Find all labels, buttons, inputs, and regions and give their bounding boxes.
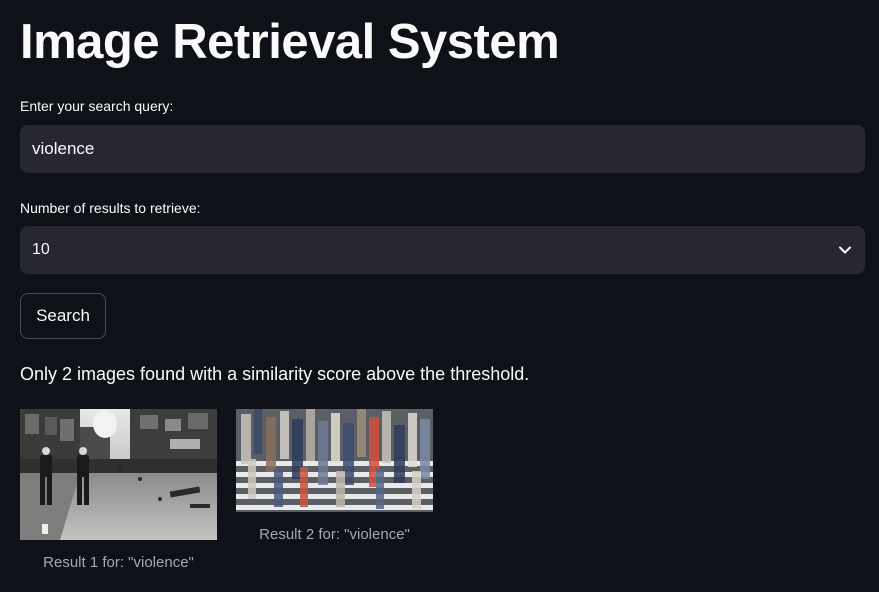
chevron-down-icon bbox=[837, 242, 853, 258]
search-button[interactable]: Search bbox=[20, 293, 106, 339]
results-count-label: Number of results to retrieve: bbox=[20, 200, 201, 216]
results-count-select[interactable]: 10 bbox=[20, 226, 865, 274]
result-image-2[interactable] bbox=[236, 409, 433, 512]
result-card-2: Result 2 for: "violence" bbox=[236, 409, 433, 543]
query-label: Enter your search query: bbox=[20, 98, 174, 114]
status-message: Only 2 images found with a similarity sc… bbox=[20, 364, 530, 384]
results-count-value: 10 bbox=[32, 241, 50, 258]
search-input[interactable] bbox=[20, 125, 865, 173]
app-root: Image Retrieval System Enter your search… bbox=[0, 0, 879, 592]
result-image-1[interactable] bbox=[20, 409, 217, 540]
result-caption-2: Result 2 for: "violence" bbox=[259, 526, 410, 543]
result-card-1: Result 1 for: "violence" bbox=[20, 409, 217, 571]
result-caption-1: Result 1 for: "violence" bbox=[43, 554, 194, 571]
page-title: Image Retrieval System bbox=[20, 15, 560, 69]
